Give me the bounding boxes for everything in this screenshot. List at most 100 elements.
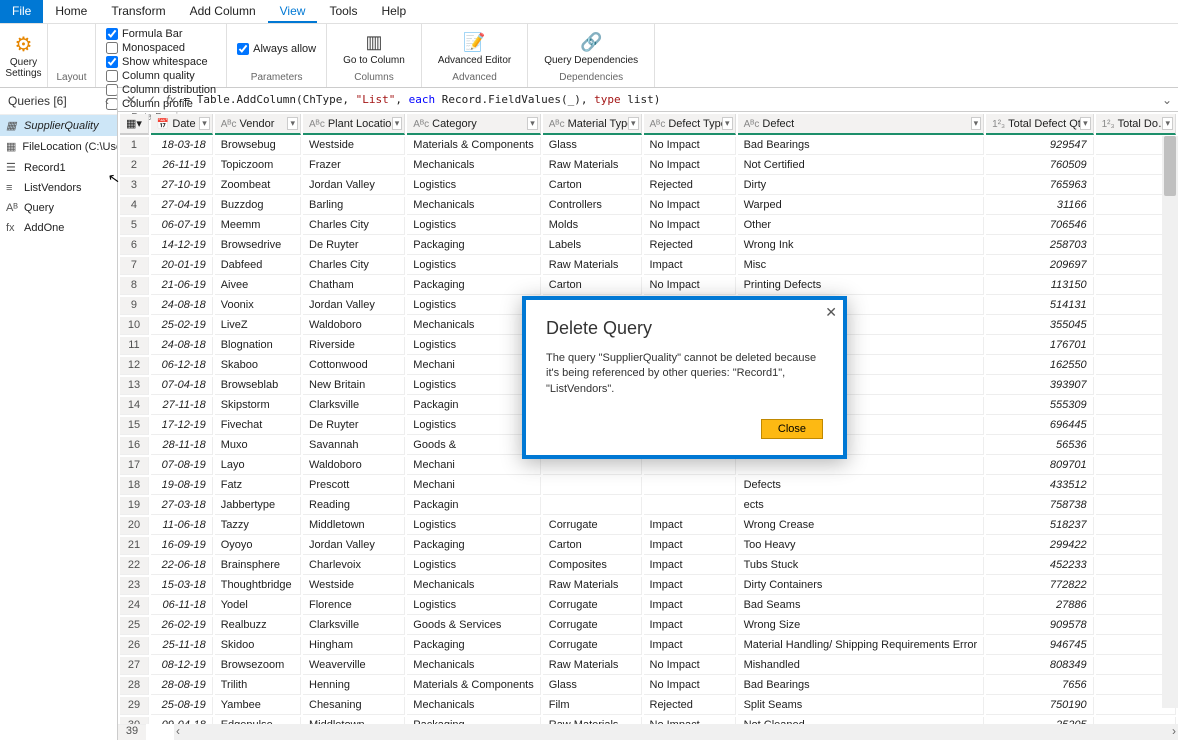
cell[interactable]: Impact	[644, 577, 736, 595]
cell[interactable]: 27886	[986, 597, 1093, 615]
cell[interactable]: Labels	[543, 237, 642, 255]
cell[interactable]: No Impact	[644, 157, 736, 175]
cell[interactable]: 299422	[986, 537, 1093, 555]
table-row[interactable]: 1927-03-18JabbertypeReadingPackaginects7…	[120, 497, 1176, 515]
cell[interactable]: No Impact	[644, 217, 736, 235]
cell[interactable]: 14-12-19	[151, 237, 213, 255]
cell[interactable]: Middletown	[303, 717, 405, 724]
cell[interactable]: Logistics	[407, 217, 540, 235]
cell[interactable]: Materials & Components	[407, 137, 540, 155]
cell[interactable]: Logistics	[407, 337, 540, 355]
cell[interactable]: No Impact	[644, 137, 736, 155]
cell[interactable]: 27-03-18	[151, 497, 213, 515]
cell[interactable]: Charles City	[303, 257, 405, 275]
cell[interactable]: 772822	[986, 577, 1093, 595]
cell[interactable]: Jordan Valley	[303, 537, 405, 555]
cell[interactable]: 113150	[986, 277, 1093, 295]
cell[interactable]: Impact	[644, 637, 736, 655]
cell[interactable]: Browsedrive	[215, 237, 301, 255]
cell[interactable]: Charles City	[303, 217, 405, 235]
column-header-vendor[interactable]: AᴮcVendor▾	[215, 114, 301, 135]
cell[interactable]: Packagin	[407, 497, 540, 515]
cell[interactable]: Buzzdog	[215, 197, 301, 215]
always-allow-check[interactable]: Always allow	[237, 43, 316, 55]
query-item-1[interactable]: ▦FileLocation (C:\Users...	[0, 136, 117, 157]
cell[interactable]: 28-08-19	[151, 677, 213, 695]
cell[interactable]: Jabbertype	[215, 497, 301, 515]
table-row[interactable]: 226-11-19TopiczoomFrazerMechanicalsRaw M…	[120, 157, 1176, 175]
cell[interactable]: Packaging	[407, 537, 540, 555]
cell[interactable]: Bad Bearings	[738, 677, 985, 695]
cell[interactable]: 27-04-19	[151, 197, 213, 215]
cell[interactable]: No Impact	[644, 277, 736, 295]
cell[interactable]: Mechani	[407, 357, 540, 375]
cell[interactable]: Tubs Stuck	[738, 557, 985, 575]
monospaced-check[interactable]: Monospaced	[106, 42, 216, 54]
cell[interactable]: Corrugate	[543, 597, 642, 615]
cell[interactable]: Split Seams	[738, 697, 985, 715]
cell[interactable]: Weaverville	[303, 657, 405, 675]
cell[interactable]: 758738	[986, 497, 1093, 515]
table-row[interactable]: 2925-08-19YambeeChesaningMechanicalsFilm…	[120, 697, 1176, 715]
cell[interactable]: 765963	[986, 177, 1093, 195]
cell[interactable]: Topiczoom	[215, 157, 301, 175]
cell[interactable]: Mechanicals	[407, 697, 540, 715]
menu-help[interactable]: Help	[369, 0, 418, 23]
cell[interactable]: Skaboo	[215, 357, 301, 375]
cell[interactable]: 25-02-19	[151, 317, 213, 335]
cell[interactable]: Voonix	[215, 297, 301, 315]
cell[interactable]: De Ruyter	[303, 237, 405, 255]
cancel-icon[interactable]: ✕	[124, 93, 138, 107]
close-button[interactable]: Close	[761, 419, 823, 439]
vertical-scrollbar[interactable]	[1162, 136, 1178, 708]
column-header-plant-location[interactable]: AᴮcPlant Location▾	[303, 114, 405, 135]
cell[interactable]: 09-04-18	[151, 717, 213, 724]
cell[interactable]: Mishandled	[738, 657, 985, 675]
cell[interactable]: 26-11-19	[151, 157, 213, 175]
query-deps-button[interactable]: 🔗Query Dependencies	[538, 28, 644, 70]
cell[interactable]: Wrong Size	[738, 617, 985, 635]
cell[interactable]: Dirty	[738, 177, 985, 195]
cell[interactable]: 7656	[986, 677, 1093, 695]
cell[interactable]: 07-08-19	[151, 457, 213, 475]
cell[interactable]: Westside	[303, 137, 405, 155]
cell[interactable]: 696445	[986, 417, 1093, 435]
scroll-right-icon[interactable]: ›	[1172, 724, 1176, 738]
cell[interactable]: Jordan Valley	[303, 177, 405, 195]
cell[interactable]: 209697	[986, 257, 1093, 275]
column-header-defect[interactable]: AᴮcDefect▾	[738, 114, 985, 135]
cell[interactable]: Realbuzz	[215, 617, 301, 635]
cell[interactable]: Corrugate	[543, 637, 642, 655]
cell[interactable]: 28-11-18	[151, 437, 213, 455]
cell[interactable]: Logistics	[407, 597, 540, 615]
cell[interactable]: Misc	[738, 257, 985, 275]
column-header-category[interactable]: AᴮcCategory▾	[407, 114, 540, 135]
table-row[interactable]: 1707-08-19LayoWaldoboroMechani809701	[120, 457, 1176, 475]
table-row[interactable]: 118-03-18BrowsebugWestsideMaterials & Co…	[120, 137, 1176, 155]
cell[interactable]: Carton	[543, 277, 642, 295]
table-row[interactable]: 327-10-19ZoombeatJordan ValleyLogisticsC…	[120, 177, 1176, 195]
cell[interactable]: Too Heavy	[738, 537, 985, 555]
cell[interactable]	[543, 477, 642, 495]
query-item-3[interactable]: ≡ListVendors	[0, 178, 117, 198]
cell[interactable]: Impact	[644, 597, 736, 615]
query-item-4[interactable]: AᴮQuery	[0, 198, 117, 218]
cell[interactable]: Charlevoix	[303, 557, 405, 575]
cell[interactable]: 21-06-19	[151, 277, 213, 295]
cell[interactable]: Corrugate	[543, 517, 642, 535]
cell[interactable]: Raw Materials	[543, 717, 642, 724]
horizontal-scrollbar[interactable]: ‹ ›	[174, 724, 1178, 740]
cell[interactable]: ects	[738, 497, 985, 515]
cell[interactable]: 17-12-19	[151, 417, 213, 435]
cell[interactable]: 06-07-19	[151, 217, 213, 235]
cell[interactable]: 706546	[986, 217, 1093, 235]
cell[interactable]	[644, 497, 736, 515]
cell[interactable]: Mechani	[407, 477, 540, 495]
table-row[interactable]: 821-06-19AiveeChathamPackagingCartonNo I…	[120, 277, 1176, 295]
cell[interactable]: Packaging	[407, 277, 540, 295]
cell[interactable]: Browsebug	[215, 137, 301, 155]
cell[interactable]: Mechanicals	[407, 577, 540, 595]
collapse-icon[interactable]: ‹	[105, 94, 109, 108]
cell[interactable]: 162550	[986, 357, 1093, 375]
cell[interactable]: Riverside	[303, 337, 405, 355]
